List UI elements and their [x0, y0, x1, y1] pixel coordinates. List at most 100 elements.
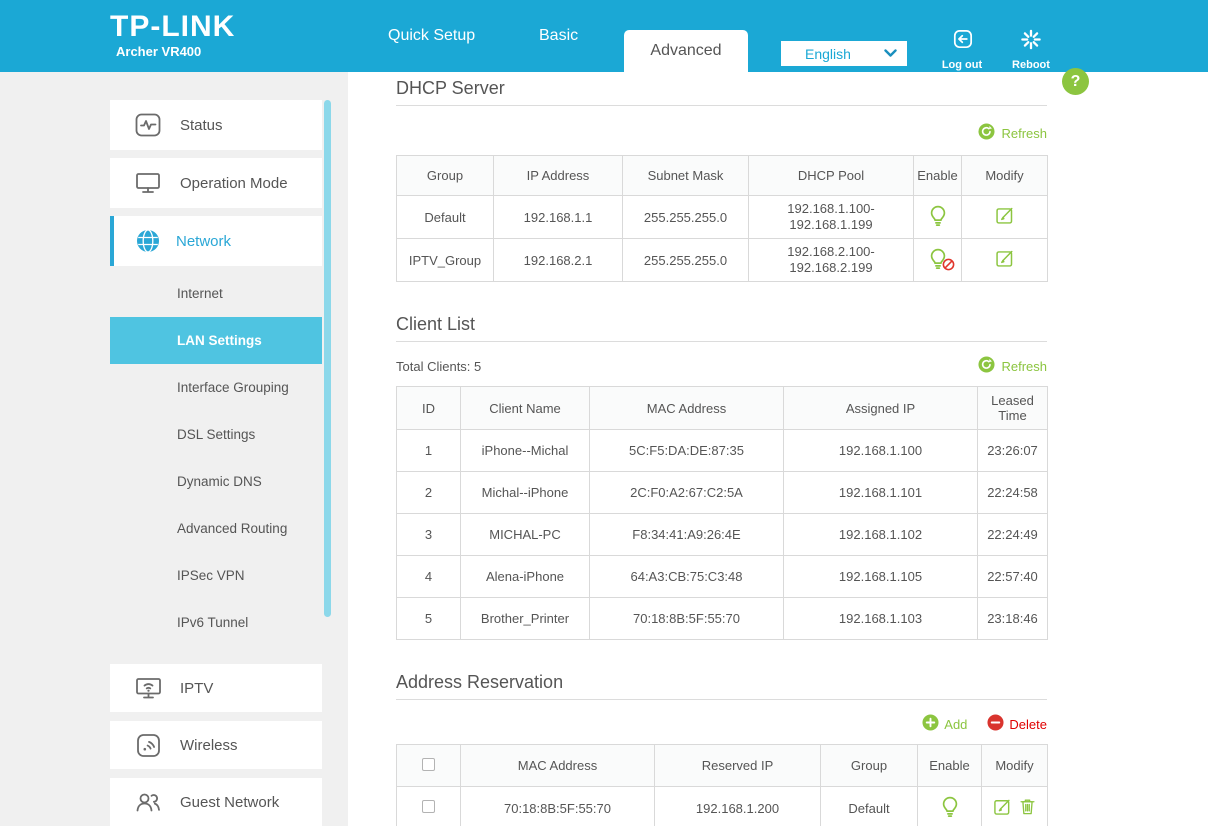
divider [396, 699, 1047, 700]
refresh-label: Refresh [1001, 125, 1047, 141]
sidebar-item-status[interactable]: Status [110, 100, 322, 150]
cell-id: 4 [396, 555, 461, 598]
col-id: ID [396, 386, 461, 430]
sidebar: Status Operation Mode Network Internet L… [0, 72, 348, 826]
submenu-item-dynamic-dns[interactable]: Dynamic DNS [110, 458, 322, 505]
cell-assigned-ip: 192.168.1.103 [783, 597, 978, 640]
bulb-on-icon[interactable] [938, 795, 962, 819]
brand-name: TP-LINK [110, 10, 236, 43]
table-header-row: MAC Address Reserved IP Group Enable Mod… [396, 744, 1048, 787]
col-enable: Enable [917, 744, 982, 787]
cell-mac: 70:18:8B:5F:55:70 [460, 786, 655, 826]
divider [396, 341, 1047, 342]
col-ip-address: IP Address [493, 155, 623, 196]
cell-client-name: Alena-iPhone [460, 555, 590, 598]
cell-leased-time: 22:24:49 [977, 513, 1048, 556]
sidebar-item-operation-mode[interactable]: Operation Mode [110, 158, 322, 208]
add-button[interactable]: Add [922, 714, 967, 734]
bulb-off-icon[interactable] [926, 247, 954, 271]
table-row: 5 Brother_Printer 70:18:8B:5F:55:70 192.… [396, 597, 1048, 640]
reboot-icon [1019, 28, 1043, 56]
table-row: 4 Alena-iPhone 64:A3:CB:75:C3:48 192.168… [396, 555, 1048, 598]
col-select-all [396, 744, 461, 787]
cell-group: Default [820, 786, 918, 826]
submenu-item-interface-grouping[interactable]: Interface Grouping [110, 364, 322, 411]
client-list-table: ID Client Name MAC Address Assigned IP L… [396, 386, 1048, 640]
cell-client-name: iPhone--Michal [460, 429, 590, 472]
sidebar-item-wireless[interactable]: Wireless [110, 721, 322, 769]
cell-client-name: Brother_Printer [460, 597, 590, 640]
cell-modify [961, 195, 1048, 239]
cell-id: 5 [396, 597, 461, 640]
col-modify: Modify [961, 155, 1048, 196]
sidebar-item-iptv[interactable]: IPTV [110, 664, 322, 712]
client-refresh-button[interactable]: Refresh [978, 356, 1047, 376]
table-row: 1 iPhone--Michal 5C:F5:DA:DE:87:35 192.1… [396, 429, 1048, 472]
cell-group: Default [396, 195, 494, 239]
cell-assigned-ip: 192.168.1.100 [783, 429, 978, 472]
logout-icon [950, 28, 975, 56]
submenu-item-advanced-routing[interactable]: Advanced Routing [110, 505, 322, 552]
sidebar-item-guest-network[interactable]: Guest Network [110, 778, 322, 826]
col-group: Group [820, 744, 918, 787]
edit-icon[interactable] [992, 797, 1012, 820]
logout-button[interactable]: Log out [932, 28, 992, 71]
bulb-on-icon[interactable] [926, 204, 950, 228]
tplink-logo: TP-LINK Archer VR400 [110, 10, 236, 60]
table-row: IPTV_Group 192.168.2.1 255.255.255.0 192… [396, 238, 1048, 282]
table-header-row: Group IP Address Subnet Mask DHCP Pool E… [396, 155, 1048, 196]
edit-icon[interactable] [994, 250, 1015, 272]
delete-icon [987, 714, 1004, 734]
tab-advanced[interactable]: Advanced [624, 30, 748, 72]
cell-enable [917, 786, 982, 826]
col-modify: Modify [981, 744, 1048, 787]
cell-reserved-ip: 192.168.1.200 [654, 786, 821, 826]
sidebar-scrollbar[interactable] [324, 100, 331, 617]
cell-mac: 2C:F0:A2:67:C2:5A [589, 471, 784, 514]
col-leased-time: Leased Time [977, 386, 1048, 430]
table-header-row: ID Client Name MAC Address Assigned IP L… [396, 386, 1048, 430]
tab-basic[interactable]: Basic [539, 0, 578, 72]
cell-modify [981, 786, 1048, 826]
section-title-address-reservation: Address Reservation [396, 672, 564, 692]
submenu-item-lan-settings[interactable]: LAN Settings [110, 317, 322, 364]
cell-leased-time: 23:26:07 [977, 429, 1048, 472]
cell-select [396, 786, 461, 826]
delete-button[interactable]: Delete [987, 714, 1047, 734]
sidebar-item-network[interactable]: Network [110, 216, 322, 266]
col-dhcp-pool: DHCP Pool [748, 155, 914, 196]
pool-line: 192.168.2.199 [789, 260, 873, 275]
guest-network-icon [134, 790, 162, 814]
cell-ip: 192.168.1.1 [493, 195, 623, 239]
col-mac-address: MAC Address [460, 744, 655, 787]
col-group: Group [396, 155, 494, 196]
logout-label: Log out [941, 59, 983, 71]
submenu-item-ipsec-vpn[interactable]: IPSec VPN [110, 552, 322, 599]
reboot-button[interactable]: Reboot [1001, 28, 1061, 71]
submenu-item-ipv6-tunnel[interactable]: IPv6 Tunnel [110, 599, 322, 646]
trash-icon[interactable] [1018, 796, 1037, 820]
wireless-icon [134, 733, 162, 758]
col-enable: Enable [913, 155, 962, 196]
col-subnet-mask: Subnet Mask [622, 155, 749, 196]
delete-label: Delete [1009, 716, 1047, 732]
cell-mask: 255.255.255.0 [622, 195, 749, 239]
language-select[interactable]: English [781, 41, 907, 66]
dhcp-refresh-button[interactable]: Refresh [978, 123, 1047, 143]
tab-quick-setup[interactable]: Quick Setup [388, 0, 475, 72]
network-globe-icon [134, 228, 162, 254]
cell-group: IPTV_Group [396, 238, 494, 282]
cell-mac: 70:18:8B:5F:55:70 [589, 597, 784, 640]
cell-assigned-ip: 192.168.1.105 [783, 555, 978, 598]
edit-icon[interactable] [994, 207, 1015, 229]
submenu-item-internet[interactable]: Internet [110, 270, 322, 317]
row-checkbox[interactable] [422, 800, 435, 813]
submenu-item-dsl-settings[interactable]: DSL Settings [110, 411, 322, 458]
cell-id: 2 [396, 471, 461, 514]
cell-assigned-ip: 192.168.1.101 [783, 471, 978, 514]
model-name: Archer VR400 [116, 44, 202, 59]
help-button[interactable]: ? [1062, 68, 1089, 95]
select-all-checkbox[interactable] [422, 757, 435, 771]
table-row: 2 Michal--iPhone 2C:F0:A2:67:C2:5A 192.1… [396, 471, 1048, 514]
sidebar-item-label: Network [176, 232, 232, 250]
